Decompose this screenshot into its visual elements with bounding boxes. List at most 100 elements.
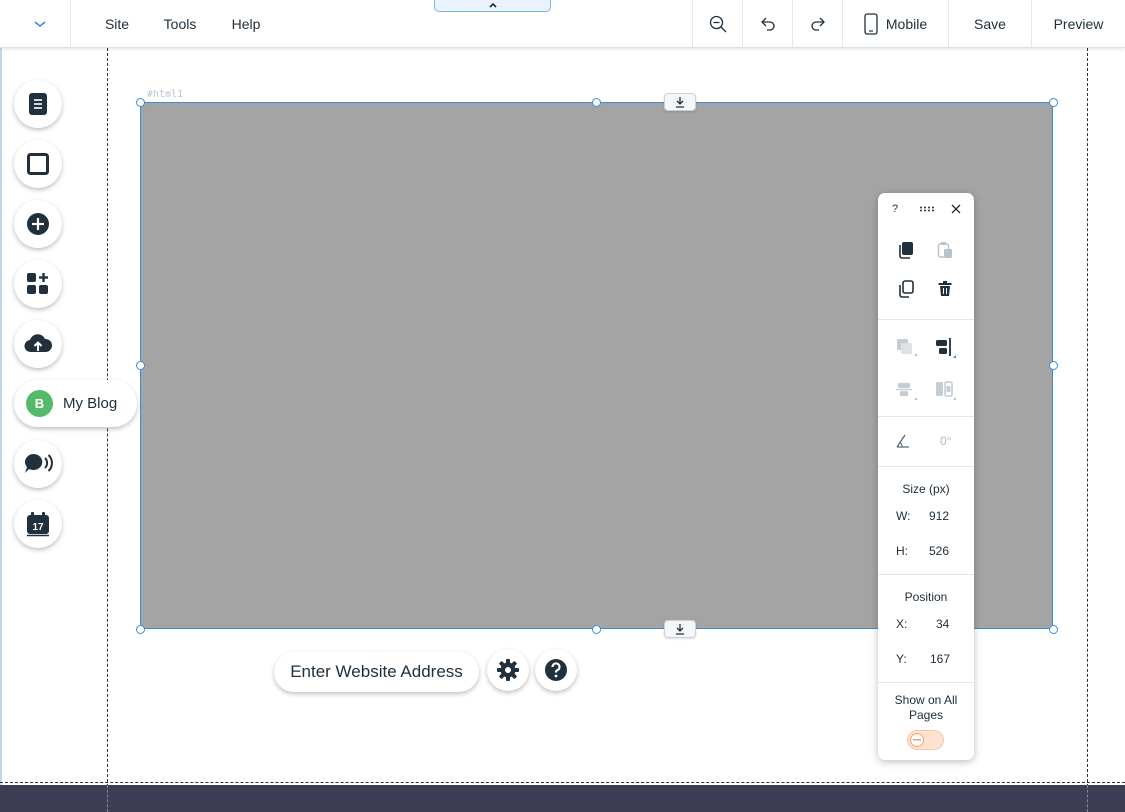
save-button[interactable]: Save [949,0,1031,48]
arrange-layers-icon [897,339,917,356]
duplicate-button[interactable] [895,278,917,300]
enter-website-address-button[interactable]: Enter Website Address [274,652,479,692]
square-icon [27,153,49,175]
apps-icon [27,273,48,294]
footer-guide [0,782,1125,783]
resize-handle-top-left[interactable] [136,98,145,107]
calendar-day: 17 [32,522,44,533]
trash-icon [938,281,952,296]
panel-close-button[interactable] [945,198,967,220]
my-blog-button[interactable]: B My Blog [14,380,137,427]
preview-button[interactable]: Preview [1032,0,1125,48]
menu-site[interactable]: Site [96,0,138,48]
distribute-icon [896,383,917,400]
mobile-view-button[interactable]: Mobile [843,0,948,48]
distribute-button[interactable] [895,379,917,401]
x-value[interactable]: 34 [936,617,949,631]
width-value[interactable]: 912 [929,509,949,523]
undo-button[interactable] [743,0,792,48]
stretch-bottom-button[interactable] [664,620,696,638]
show-all-pages-label-line2: Pages [908,708,944,722]
left-page-guide [107,48,108,812]
ascend-button[interactable] [14,440,62,488]
footer-right-guide [1087,785,1088,812]
resize-handle-bottom[interactable] [592,625,601,634]
align-right-icon [936,338,956,358]
gear-icon [497,659,519,681]
zoom-out-button[interactable] [693,0,742,48]
help-button[interactable] [535,649,577,691]
top-bar: Site Tools Help Mobile Save Preview [0,0,1125,48]
my-blog-label: My Blog [63,395,118,412]
duplicate-icon [899,280,914,298]
align-button[interactable] [934,337,956,359]
paste-button[interactable] [934,239,956,261]
panel-divider [878,466,974,467]
show-all-pages-label-line1: Show on All [894,693,958,707]
width-label: W: [896,509,911,523]
add-apps-button[interactable] [14,260,62,308]
close-icon [951,204,961,214]
drag-handle[interactable] [916,198,938,220]
chevron-up-icon [488,2,497,8]
position-title: Position [904,590,948,604]
pages-dropdown-button[interactable] [10,0,70,48]
delete-button[interactable] [934,278,956,300]
right-page-guide [1087,48,1088,812]
blog-badge-icon: B [26,390,53,417]
question-circle-icon [545,659,567,681]
page-icon [29,93,47,115]
menu-tools[interactable]: Tools [158,0,202,48]
panel-help-button[interactable]: ? [892,203,898,215]
panel-divider [878,574,974,575]
stretch-top-button[interactable] [664,93,696,111]
zoom-out-icon [709,15,726,33]
resize-handle-right[interactable] [1049,361,1058,370]
footer-area[interactable] [0,785,1125,812]
blog-badge-letter: B [34,396,45,411]
pages-menu-button[interactable] [14,80,62,128]
chevron-down-icon [34,21,46,28]
panel-divider [878,416,974,417]
match-size-icon [936,381,956,400]
arrange-button[interactable] [895,337,917,359]
download-arrow-icon [676,624,684,635]
show-on-all-pages-toggle[interactable] [907,730,944,750]
resize-handle-bottom-left[interactable] [136,625,145,634]
copy-button[interactable] [895,239,917,261]
cloud-upload-icon [24,334,52,353]
bookings-button[interactable]: 17 [14,500,62,548]
add-element-button[interactable] [14,200,62,248]
toolbar-separator [70,0,71,48]
download-arrow-icon [676,97,684,108]
y-label: Y: [896,652,907,666]
footer-left-guide [107,785,108,812]
redo-button[interactable] [793,0,842,48]
match-size-button[interactable] [934,379,956,401]
background-button[interactable] [14,140,62,188]
height-label: H: [896,544,908,558]
undo-icon [760,17,775,31]
rotate-angle-icon [896,434,909,448]
minus-icon [913,739,921,741]
y-value[interactable]: 167 [930,652,950,666]
resize-handle-left[interactable] [136,361,145,370]
resize-handle-top[interactable] [592,98,601,107]
upload-media-button[interactable] [14,320,62,368]
toggle-knob [910,733,924,747]
collapse-toolbar-tab[interactable] [434,0,551,12]
resize-handle-bottom-right[interactable] [1049,625,1058,634]
resize-handle-top-right[interactable] [1049,98,1058,107]
rotate-button[interactable] [892,430,914,452]
rotation-value[interactable]: 0° [940,434,951,448]
panel-divider [878,682,974,683]
speech-broadcast-icon [25,454,53,473]
panel-header: ? [878,193,974,225]
menu-help[interactable]: Help [224,0,268,48]
settings-button[interactable] [487,649,529,691]
height-value[interactable]: 526 [929,544,949,558]
calendar-icon: 17 [27,512,49,537]
x-label: X: [896,617,908,631]
paste-icon [937,242,952,258]
size-title: Size (px) [902,482,950,496]
